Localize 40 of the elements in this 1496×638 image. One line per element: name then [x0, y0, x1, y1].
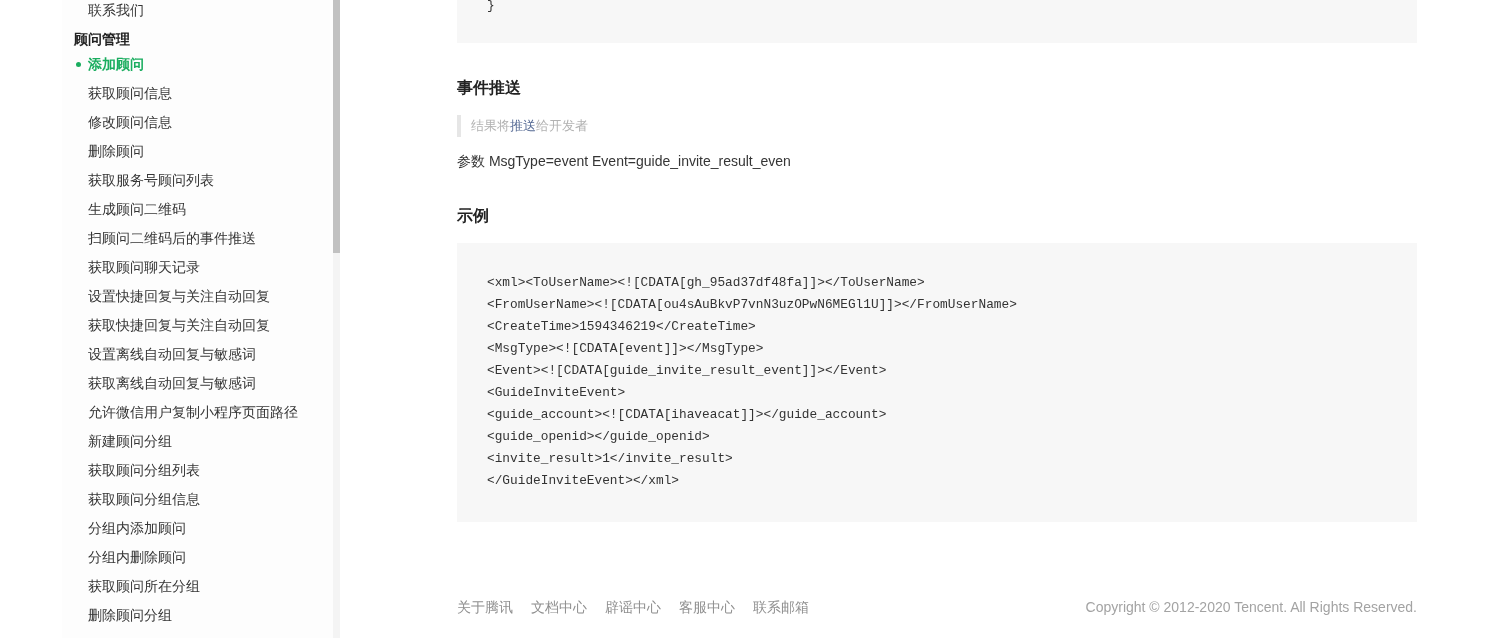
sidebar-item[interactable]: 获取快捷回复与关注自动回复 — [88, 311, 270, 340]
copyright-text: Copyright © 2012-2020 Tencent. All Rights Reserved. — [1085, 598, 1417, 617]
sidebar-item[interactable]: 获取离线自动回复与敏感词 — [88, 369, 256, 398]
quote-link[interactable]: 推送 — [510, 118, 536, 133]
sidebar-group-title: 顾问管理 — [74, 30, 130, 49]
sidebar-item[interactable]: 获取顾问聊天记录 — [88, 253, 200, 282]
sidebar-item[interactable]: 生成顾问二维码 — [88, 195, 186, 224]
sidebar-item[interactable]: 删除顾问 — [88, 137, 144, 166]
code-line: <FromUserName><![CDATA[ou4sAuBkvP7vnN3uzOPwN6MEGl1U]]></FromUserName> — [487, 296, 1017, 314]
code-line: <GuideInviteEvent> — [487, 384, 626, 402]
sidebar-item[interactable]: 获取顾问所在分组 — [88, 572, 200, 601]
sidebar-item[interactable]: 删除顾问分组 — [88, 601, 172, 630]
code-line: <xml><ToUserName><![CDATA[gh_95ad37df48fa]]></ToUserName> — [487, 274, 925, 292]
sidebar-item[interactable]: 修改顾问信息 — [88, 108, 172, 137]
scrollbar-thumb[interactable] — [333, 0, 340, 253]
sidebar-item[interactable]: 获取顾问信息 — [88, 79, 172, 108]
code-line: } — [487, 0, 495, 12]
sidebar-item[interactable]: 获取服务号顾问列表 — [88, 166, 214, 195]
active-dot-icon — [76, 62, 81, 67]
sidebar-item[interactable]: 分组内添加顾问 — [88, 514, 186, 543]
sidebar-item[interactable]: 设置快捷回复与关注自动回复 — [88, 282, 270, 311]
code-line: </GuideInviteEvent></xml> — [487, 472, 679, 490]
sidebar-item[interactable]: 新建顾问分组 — [88, 427, 172, 456]
section-heading: 事件推送 — [457, 78, 522, 98]
sidebar-item[interactable]: 设置离线自动回复与敏感词 — [88, 340, 256, 369]
code-line: <guide_openid></guide_openid> — [487, 428, 710, 446]
paragraph-text: 参数 MsgType=event Event=guide_invite_result_even — [457, 152, 791, 171]
sidebar-item[interactable]: 分组内删除顾问 — [88, 543, 186, 572]
sidebar-item[interactable]: 扫顾问二维码后的事件推送 — [88, 224, 256, 253]
code-line: <invite_result>1</invite_result> — [487, 450, 733, 468]
quote-text: 结果将推送给开发者 — [457, 115, 588, 137]
code-line: <MsgType><![CDATA[event]]></MsgType> — [487, 340, 764, 358]
code-line: <guide_account><![CDATA[ihaveacat]]></guide_account> — [487, 406, 887, 424]
section-heading: 示例 — [457, 206, 490, 226]
code-line: <CreateTime>1594346219</CreateTime> — [487, 318, 756, 336]
code-line: <Event><![CDATA[guide_invite_result_event]]></Event> — [487, 362, 887, 380]
sidebar-item[interactable]: 允许微信用户复制小程序页面路径 — [88, 398, 298, 427]
sidebar-item[interactable]: 获取顾问分组列表 — [88, 456, 200, 485]
sidebar-item[interactable]: 获取顾问分组信息 — [88, 485, 200, 514]
sidebar-item[interactable]: 联系我们 — [88, 0, 144, 20]
